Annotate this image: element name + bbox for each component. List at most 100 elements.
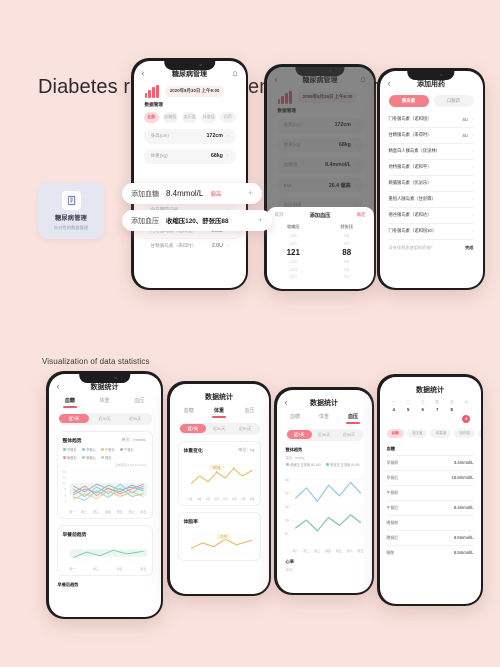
phone-notch (163, 60, 216, 70)
calendar-day[interactable]: 四 7 (430, 400, 445, 425)
svg-text:16: 16 (63, 469, 66, 473)
medication-list-item[interactable]: 地特胰岛素（诺和平） › (388, 160, 474, 176)
section-label-statistics: Visualization of data statistics (42, 357, 150, 366)
fchip-heartrate[interactable]: 心率 (478, 428, 481, 438)
list-item[interactable]: 早餐前 3.4mmol/L (386, 454, 474, 470)
tab-glucose[interactable]: 血糖 (174, 407, 204, 418)
record-date[interactable]: 2020年8月30日 上午9:00 (164, 85, 225, 97)
xtick: 周五 (116, 509, 123, 514)
footer-hint[interactable]: 没有找到您使用的药物？ (389, 245, 435, 251)
app-badge-title: 糖尿病管理 (55, 215, 87, 222)
chart-logo-icon (144, 84, 159, 98)
legend-item: 收缩压 正常值 90-140 (285, 462, 321, 467)
tab-pressure[interactable]: 血压 (234, 407, 264, 418)
segment-30d[interactable]: 近30天 (206, 424, 232, 434)
fchip-glucose[interactable]: 血糖 (386, 428, 404, 438)
picker-option[interactable]: 122 (267, 258, 321, 266)
picker-option[interactable]: 89 (320, 258, 374, 266)
picker-option[interactable]: 87 (320, 240, 374, 248)
add-pressure-pill[interactable]: 添加血压 收缩压120、舒张压88 + (122, 210, 272, 231)
calendar-day[interactable]: 二 5 (401, 400, 416, 425)
medication-list-item[interactable]: 重组人胰岛素（甘舒霖） › (388, 192, 474, 208)
list-item[interactable]: 早餐后 15.6mmol/L (386, 469, 474, 485)
medication-list-item[interactable]: 赖脯胰岛素（优泌乐） › (388, 176, 474, 192)
picker-option[interactable]: 118 (267, 232, 321, 240)
picker-column-diastolic[interactable]: 舒张压 86 87 88 89 90 91 (320, 224, 374, 281)
tab-pressure[interactable]: 血压 (339, 413, 368, 424)
calendar-day[interactable]: 五 8 (445, 400, 460, 425)
tab-glucose[interactable]: 血糖 (281, 413, 310, 424)
legend-item: 晚餐前 (62, 455, 77, 460)
picker-selected-diastolic[interactable]: 88 (320, 247, 374, 258)
day-number: 7 (436, 406, 439, 412)
legend-label: 早餐前 (67, 447, 77, 452)
bp-number-picker[interactable]: 收缩压 118 120 121 122 123 124 舒张压 86 87 88… (267, 222, 374, 285)
panel-title: 整体趋势 (62, 438, 82, 444)
segment-30d[interactable]: 近30天 (312, 430, 337, 440)
picker-option[interactable]: 123 (267, 266, 321, 274)
data-row-weight[interactable]: 体重(kg) 68kg › (143, 148, 236, 164)
day-number: 6 (421, 406, 424, 412)
medication-list-item[interactable]: 门冬胰岛素（诺和锐） 8U › (388, 112, 474, 128)
medication-row[interactable]: 甘精胰岛素（来得时） 2.0U › (143, 237, 236, 253)
medication-list-item[interactable]: 德谷胰岛素（诺和达） › (388, 208, 474, 224)
xtick: 周日 (140, 509, 147, 514)
chip-glucose[interactable]: 血糖值 (162, 111, 178, 123)
panel-unit: 单位：kg (238, 447, 255, 452)
list-item[interactable]: 睡前 6.5mmol/L (386, 544, 474, 560)
segment-90d[interactable]: 近90天 (120, 414, 151, 424)
fchip-weight[interactable]: 体重值 (430, 428, 452, 438)
legend-item: 睡前 (100, 455, 112, 460)
tab-pressure[interactable]: 血压 (122, 397, 157, 408)
tab-oral[interactable]: 口服药 (433, 94, 474, 107)
tab-weight[interactable]: 体重 (87, 397, 122, 408)
chip-medicine[interactable]: 用药 (220, 111, 236, 123)
calendar-day[interactable]: 三 6 (416, 400, 431, 425)
legend-label: 晚餐前 (67, 455, 77, 460)
picker-option[interactable]: 124 (267, 273, 321, 281)
app-badge-card[interactable]: 糖尿病管理 针对性的数据管理 (38, 183, 104, 239)
row-label: 体重(kg) (150, 153, 168, 158)
medication-list-item[interactable]: 门冬胰岛素（诺和锐30） › (388, 224, 474, 240)
list-item[interactable]: 晚餐后 6.5mmol/L (386, 529, 474, 545)
list-item[interactable]: 晚餐前 (386, 514, 474, 530)
fchip-pressure[interactable]: 血压值 (406, 428, 428, 438)
tab-weight[interactable]: 体重 (310, 413, 339, 424)
add-glucose-pill[interactable]: 添加血糖 8.4mmol/L 偏高 + (122, 183, 262, 204)
list-item[interactable]: 午餐后 8.4mmol/L (386, 499, 474, 515)
segment-7d[interactable]: 近7天 (179, 423, 206, 434)
tab-glucose[interactable]: 血糖 (53, 397, 88, 408)
fchip-dose[interactable]: 用药量 (454, 428, 476, 438)
done-button[interactable]: 完成 (465, 245, 473, 251)
row-value: 172cm (206, 133, 223, 139)
picker-selected-systolic[interactable]: 121 (267, 247, 321, 258)
picker-option[interactable]: 91 (320, 273, 374, 281)
navbar-title: 数据统计 (416, 386, 444, 394)
picker-option[interactable]: 120 (267, 240, 321, 248)
picker-option[interactable]: 86 (320, 232, 374, 240)
chip-pressure[interactable]: 血压值 (181, 111, 198, 123)
plus-icon[interactable]: + (258, 216, 263, 225)
tab-weight[interactable]: 体重 (204, 407, 234, 418)
plus-icon[interactable]: + (248, 189, 253, 198)
segment-7d[interactable]: 近7天 (286, 429, 312, 440)
calendar-day-selected[interactable]: 六 9 (459, 400, 474, 425)
segment-90d[interactable]: 近90天 (336, 430, 361, 440)
segment-30d[interactable]: 近30天 (89, 414, 120, 424)
calendar-day[interactable]: 一 4 (387, 400, 402, 425)
list-item[interactable]: 午餐前 (386, 484, 474, 500)
svg-text:6: 6 (64, 493, 66, 497)
medication-list-item[interactable]: 甘精胰岛素（来得时） 8U › (388, 128, 474, 144)
legend-item: 午餐后 (119, 447, 134, 452)
tab-insulin[interactable]: 胰岛素 (388, 94, 429, 107)
panel-title: 体脂率 (183, 519, 198, 525)
picker-column-systolic[interactable]: 收缩压 118 120 121 122 123 124 (267, 224, 321, 281)
weekday-label: 一 (391, 399, 396, 404)
medication-list-item[interactable]: 精蛋白人胰岛素（优泌林） › (388, 144, 474, 160)
data-row-height[interactable]: 身高(cm) 172cm › (143, 128, 236, 144)
chip-all[interactable]: 全部 (143, 111, 159, 123)
segment-7d[interactable]: 近7天 (58, 413, 90, 424)
segment-90d[interactable]: 近90天 (232, 424, 258, 434)
picker-option[interactable]: 90 (320, 266, 374, 274)
chip-weight[interactable]: 体重值 (201, 111, 217, 123)
